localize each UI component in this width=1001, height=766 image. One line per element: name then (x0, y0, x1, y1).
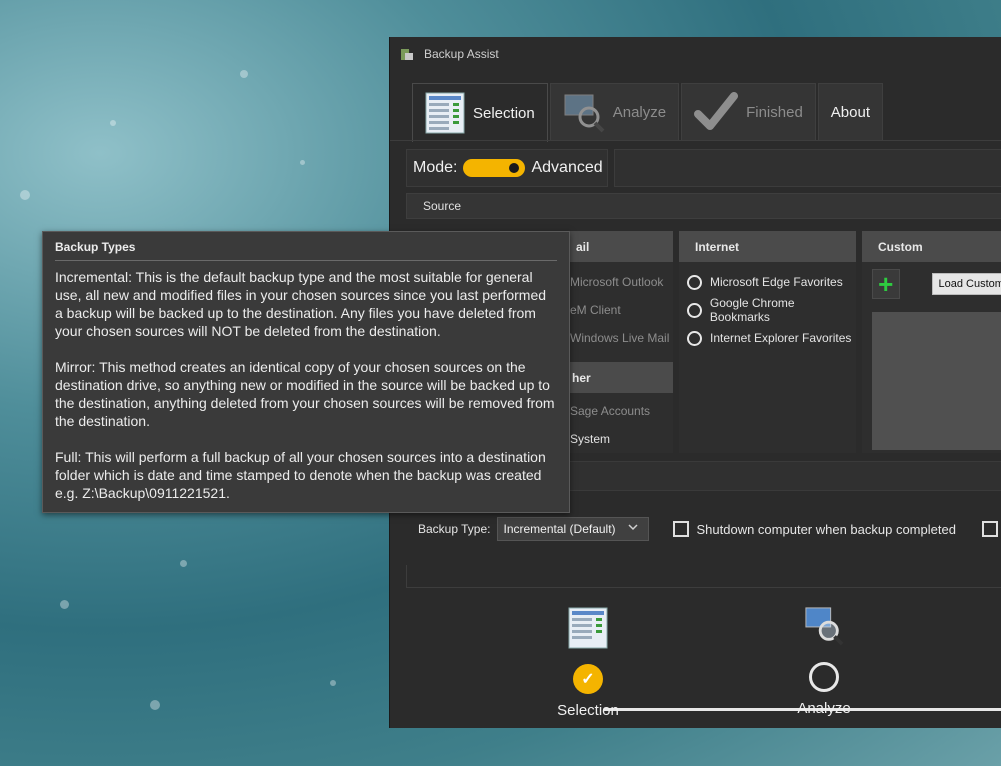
tab-selection-label: Selection (473, 104, 535, 122)
progress-steps: ✓ Selection Analyze (390, 597, 1001, 728)
load-custom-button[interactable]: Load Custom (931, 273, 1001, 295)
backup-type-label: Backup Type: (418, 522, 491, 536)
mode-value: Advanced (531, 159, 603, 176)
tooltip-title: Backup Types (55, 240, 136, 254)
mode-box: Mode: Advanced (406, 149, 608, 187)
other-item-system[interactable]: System (560, 425, 673, 453)
tab-divider (390, 140, 1001, 141)
radio-button[interactable] (687, 274, 702, 290)
tab-analyze[interactable]: Analyze (549, 83, 680, 140)
analyze-magnifier-icon (564, 94, 605, 133)
step-analyze-label: Analyze (797, 700, 851, 717)
toggle-knob (509, 163, 520, 173)
step-analyze: Analyze (784, 605, 864, 717)
source-section-header: Source (406, 193, 1001, 219)
tab-finished-label: Finished (746, 103, 803, 121)
tab-finished[interactable]: Finished (681, 83, 816, 140)
step-pending-indicator (809, 662, 839, 692)
chevron-down-icon (627, 521, 638, 535)
tab-analyze-label: Analyze (612, 103, 667, 121)
window-title: Backup Assist (424, 47, 499, 61)
internet-item-chrome[interactable]: Google Chrome Bookmarks (679, 296, 856, 324)
internet-panel-header: Internet (679, 231, 856, 262)
analyze-magnifier-icon (805, 607, 844, 646)
shutdown-label: Shutdown computer when backup completed (696, 521, 956, 537)
mode-toggle[interactable] (463, 159, 526, 177)
source-label: Source (423, 199, 462, 213)
radio-button[interactable] (687, 330, 702, 346)
tab-about-label: About (830, 103, 870, 121)
email-item-outlook[interactable]: Microsoft Outlook (560, 268, 673, 296)
checkmark-icon (694, 92, 739, 130)
step-selection-label: Selection (557, 702, 619, 719)
tooltip-mirror-text: Mirror: This method creates an identical… (55, 359, 555, 429)
radio-button[interactable] (687, 302, 702, 318)
email-item-windows-live-mail[interactable]: Windows Live Mail (560, 324, 673, 352)
content-bottom-border (406, 565, 1001, 588)
selection-list-icon (568, 607, 608, 649)
internet-panel: Internet Microsoft Edge Favorites Google… (679, 231, 856, 453)
custom-panel-header: Custom (862, 231, 1001, 262)
internet-item-edge[interactable]: Microsoft Edge Favorites (679, 268, 856, 296)
step-done-indicator: ✓ (573, 664, 603, 694)
email-item-emclient[interactable]: eM Client (560, 296, 673, 324)
custom-panel: Custom + Load Custom (862, 231, 1001, 453)
other-panel-header: her (560, 362, 673, 393)
internet-item-label: Internet Explorer Favorites (710, 331, 852, 345)
options-row: Backup Type: Incremental (Default) Shutd… (418, 515, 1001, 543)
internet-item-label: Microsoft Edge Favorites (710, 275, 843, 289)
mode-row: Mode: Advanced (406, 149, 1001, 187)
add-custom-button[interactable]: + (872, 269, 900, 299)
internet-item-ie[interactable]: Internet Explorer Favorites (679, 324, 856, 352)
other-item-sage-accounts[interactable]: Sage Accounts (560, 397, 673, 425)
mode-spacer (614, 149, 1001, 187)
tab-about[interactable]: About (817, 83, 883, 140)
email-panel-header: ail (560, 231, 673, 262)
email-panel: ail Microsoft Outlook eM Client Windows … (560, 231, 673, 453)
backup-type-select[interactable]: Incremental (Default) (496, 517, 649, 541)
internet-item-label: Google Chrome Bookmarks (709, 296, 795, 324)
app-icon (401, 49, 413, 60)
custom-list[interactable] (872, 312, 1001, 450)
title-bar[interactable]: Backup Assist (390, 37, 1001, 71)
mode-label: Mode: (413, 159, 458, 176)
tooltip-body: Incremental: This is the default backup … (43, 261, 569, 502)
custom-tools: + Load Custom (862, 262, 1001, 306)
backup-types-tooltip: Backup Types Incremental: This is the de… (42, 231, 570, 513)
shutdown-checkbox[interactable] (672, 521, 689, 537)
tooltip-full-text: Full: This will perform a full backup of… (55, 449, 546, 501)
tab-selection[interactable]: Selection (412, 83, 548, 142)
backup-type-value: Incremental (Default) (503, 522, 616, 536)
wizard-tabs: Selection Analyze Finished About (412, 83, 885, 142)
step-selection: ✓ Selection (548, 607, 628, 719)
selection-list-icon (425, 92, 465, 134)
extra-checkbox[interactable] (981, 521, 998, 537)
tooltip-incremental-text: Incremental: This is the default backup … (55, 269, 547, 339)
